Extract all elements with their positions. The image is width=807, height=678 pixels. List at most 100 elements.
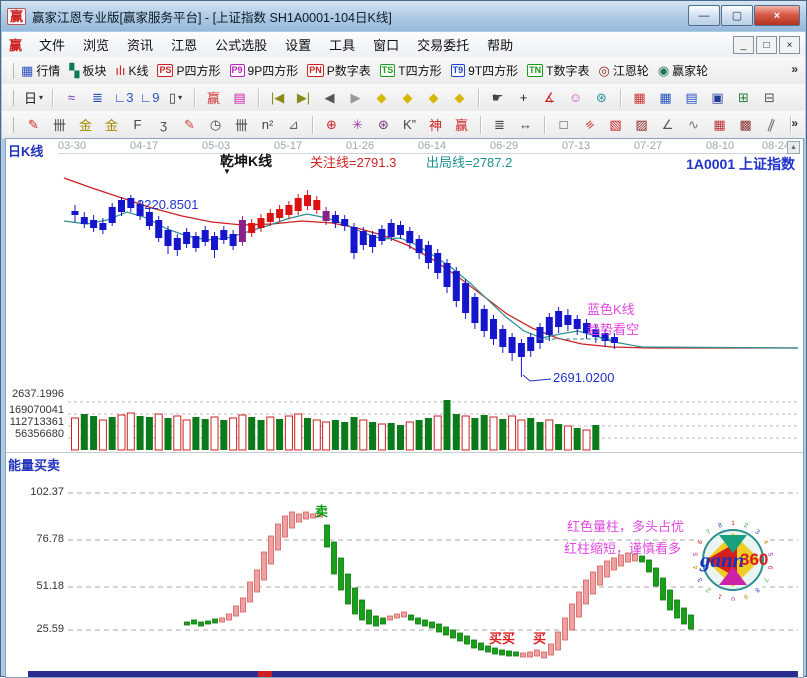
pane-splitter-button[interactable]: ▲ [787,141,800,154]
p-number-button[interactable]: PNP数字表 [307,62,371,79]
menu-item-gann[interactable]: 江恩 [162,32,206,57]
copy-button[interactable]: ⊞ [731,86,756,109]
toolbar-main-overflow-button[interactable]: » [791,62,798,76]
last-page-button[interactable]: ▶| [291,86,316,109]
diamond-right-button[interactable]: ◆ [395,86,420,109]
time-grid-button[interactable]: 卌 [229,113,254,136]
time-cycle-button[interactable]: ◷ [203,113,228,136]
print-button[interactable]: ⊟ [757,86,782,109]
indicator-dropdown-icon[interactable]: ▼ [223,167,231,176]
save-button[interactable]: ▣ [705,86,730,109]
toolbar-grip[interactable] [9,90,14,106]
sectors-button[interactable]: ▚板块 [69,62,106,79]
candle-style-button[interactable]: ▯▾ [163,86,188,109]
quotes-button[interactable]: ▦行情 [21,62,60,79]
scale-button[interactable]: ≣ [797,113,805,136]
gann-web-button[interactable]: ⊛ [371,113,396,136]
rect-tool-button[interactable]: □ [551,113,576,136]
chart-canvas[interactable] [6,139,803,677]
angle-line-button[interactable]: ⊿ [281,113,306,136]
toolbar-draw-overflow-button[interactable]: » [791,116,798,130]
gann-box2-button[interactable]: ▨ [629,113,654,136]
maximize-button[interactable]: ▢ [721,5,753,26]
pen-tool-button[interactable]: ✎ [21,113,46,136]
k-quote-button[interactable]: K” [397,113,422,136]
energy-bar [647,560,652,572]
pane-divider[interactable] [6,452,803,453]
ying-grid-button[interactable]: 赢 [449,113,474,136]
p-square-button[interactable]: PSP四方形 [157,62,220,79]
gold-grid1-button[interactable]: 金 [73,113,98,136]
hand-tool-button[interactable]: ☛ [485,86,510,109]
toolbar-grip[interactable] [9,63,14,79]
mdi-close-button[interactable]: × [779,36,800,54]
crosshair-button[interactable]: + [511,86,536,109]
piggy-button[interactable]: ☺ [563,86,588,109]
zigzag-button[interactable]: ∿ [681,113,706,136]
ruler-123-button[interactable]: ≣ [487,113,512,136]
menu-item-trade[interactable]: 交易委托 [408,32,478,57]
f-grid-button[interactable]: F [125,113,150,136]
prev-button[interactable]: ◀ [317,86,342,109]
gold-grid2-button[interactable]: 金 [99,113,124,136]
spiral-button[interactable]: ʒ [151,113,176,136]
menu-item-file[interactable]: 文件 [30,32,74,57]
calendar-button[interactable]: ▦ [627,86,652,109]
diamond-left-button[interactable]: ◆ [369,86,394,109]
wave9-button[interactable]: ∟9 [137,86,162,109]
diamond-compress-button[interactable]: ◆ [447,86,472,109]
menu-item-help[interactable]: 帮助 [478,32,522,57]
info-panel-button[interactable]: ≣ [85,86,110,109]
date-tick: 08-24 [762,140,790,152]
angle-tool-button[interactable]: ∡ [537,86,562,109]
network-button[interactable]: ⊛ [589,86,614,109]
menu-item-tools[interactable]: 工具 [320,32,364,57]
notes-button[interactable]: ▤ [679,86,704,109]
9t-square-button[interactable]: T99T四方形 [451,62,519,79]
menu-item-formula-picker[interactable]: 公式选股 [206,32,276,57]
price-grid2-button[interactable]: ▩ [733,113,758,136]
gann-box-button[interactable]: ▧ [603,113,628,136]
menu-item-news[interactable]: 资讯 [118,32,162,57]
winner-k-button[interactable]: 赢 [201,86,226,109]
winner-wave-button[interactable]: ≈ [59,86,84,109]
wave3-button[interactable]: ∟3 [111,86,136,109]
shen-grid-button[interactable]: 神 [423,113,448,136]
kline-button[interactable]: ılıK线 [115,62,148,79]
menu-item-browse[interactable]: 浏览 [74,32,118,57]
fan-tool-button[interactable]: ≡ [577,113,602,136]
9p-square-button[interactable]: P99P四方形 [230,62,299,79]
n2-button[interactable]: n² [255,113,280,136]
trend-line-button[interactable]: ∠ [655,113,680,136]
t-square-button[interactable]: TST四方形 [380,62,442,79]
price-grid-button[interactable]: ▦ [707,113,732,136]
next-button[interactable]: ▶ [343,86,368,109]
volume-bar [546,420,553,450]
period-day-button[interactable]: 日▾ [21,86,46,109]
gann-wheel-button[interactable]: ◎江恩轮 [598,62,648,79]
gann-star-button[interactable]: ✳ [345,113,370,136]
diamond-expand-button[interactable]: ◆ [421,86,446,109]
gann-compass-button[interactable]: ⊕ [319,113,344,136]
first-page-button[interactable]: |◀ [265,86,290,109]
bottom-scrollbar[interactable] [28,671,798,677]
low-pointer-line [523,375,551,381]
t-number-button[interactable]: TNT数字表 [527,62,589,79]
menu-item-window[interactable]: 窗口 [364,32,408,57]
width-measure-button[interactable]: ↔ [513,113,538,136]
toolbar-grip[interactable] [9,117,14,133]
minimize-button[interactable]: — [688,5,720,26]
gann-grid-button[interactable]: 卌 [47,113,72,136]
mdi-restore-button[interactable]: □ [756,36,777,54]
brush-button[interactable]: ✎ [177,113,202,136]
menu-item-settings[interactable]: 设置 [276,32,320,57]
titlebar[interactable]: 赢 赢家江恩专业版[赢家服务平台] - [上证指数 SH1A0001-104日K… [1,1,806,31]
chart-area[interactable]: 日K线 03-3004-1705-0305-1701-2606-1406-290… [5,138,804,678]
calculator-button[interactable]: ▦ [653,86,678,109]
mdi-minimize-button[interactable]: _ [733,36,754,54]
color-volume-button[interactable]: ▤ [227,86,252,109]
parallel-button[interactable]: ∥ [759,113,784,136]
energy-bar [381,618,386,624]
winner-wheel-button[interactable]: ◉赢家轮 [658,62,708,79]
close-button[interactable]: × [754,5,800,26]
